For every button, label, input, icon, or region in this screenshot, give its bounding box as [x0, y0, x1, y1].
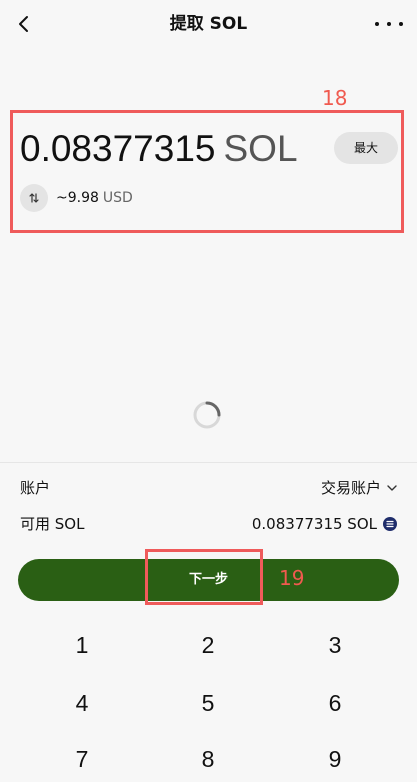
- more-dot-icon: [375, 22, 379, 26]
- usd-equivalent: ~9.98 USD: [56, 189, 133, 207]
- keypad-key-5[interactable]: 5: [143, 680, 273, 726]
- keypad-key-9[interactable]: 9: [270, 736, 400, 782]
- app-header: 提取 SOL: [0, 0, 417, 48]
- available-value: 0.08377315 SOL: [251, 515, 377, 533]
- keypad-key-6[interactable]: 6: [270, 680, 400, 726]
- chevron-down-icon: [387, 485, 397, 491]
- annotation-label-19: 19: [279, 566, 305, 590]
- keypad-key-1[interactable]: 1: [17, 622, 147, 668]
- annotation-label-18: 18: [322, 86, 348, 110]
- more-dot-icon: [387, 22, 391, 26]
- keypad-key-7[interactable]: 7: [17, 736, 147, 782]
- amount-display[interactable]: 0.08377315 SOL: [20, 126, 298, 172]
- keypad-key-4[interactable]: 4: [17, 680, 147, 726]
- amount-value: 0.08377315: [20, 128, 216, 169]
- page-title: 提取 SOL: [169, 14, 248, 34]
- keypad-key-2[interactable]: 2: [143, 622, 273, 668]
- account-selector[interactable]: 交易账户: [321, 478, 397, 498]
- annotation-box-next: [145, 549, 263, 605]
- swap-currency-button[interactable]: [20, 184, 48, 212]
- more-dot-icon: [399, 22, 403, 26]
- available-balance: 0.08377315 SOL: [252, 514, 397, 534]
- swap-vertical-icon: [29, 193, 39, 203]
- usd-value: ~9.98: [56, 190, 99, 206]
- account-value: 交易账户: [320, 479, 381, 497]
- loading-spinner-icon: [193, 401, 221, 429]
- keypad-key-8[interactable]: 8: [143, 736, 273, 782]
- amount-unit: SOL: [223, 128, 298, 169]
- account-label: 账户: [20, 479, 51, 497]
- usd-currency: USD: [102, 190, 133, 206]
- section-divider: [0, 462, 417, 463]
- available-label: 可用 SOL: [20, 515, 85, 533]
- keypad-key-3[interactable]: 3: [270, 622, 400, 668]
- max-button[interactable]: 最大: [334, 132, 398, 164]
- more-options-button[interactable]: [375, 12, 403, 36]
- sol-token-icon: [383, 517, 397, 531]
